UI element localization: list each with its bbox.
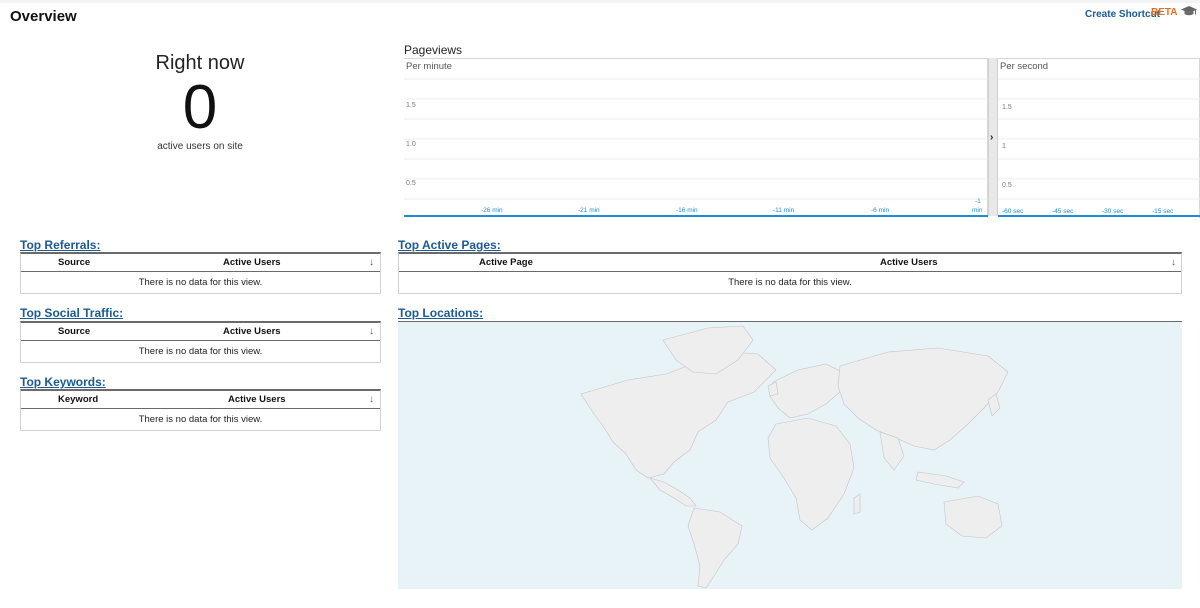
active-page-column-header[interactable]: Active Page [479, 257, 533, 268]
central-america [649, 477, 697, 507]
top-social-traffic-title[interactable]: Top Social Traffic: [20, 306, 123, 320]
active-user-count: 0 [182, 73, 218, 142]
sec-y-tick-3: 0.5 [1002, 182, 1012, 189]
empty-message: There is no data for this view. [138, 414, 263, 425]
south-america [687, 507, 743, 589]
table-header: Source Active Users ↓ [21, 323, 380, 341]
create-shortcut-link[interactable]: Create Shortcut [1085, 9, 1160, 20]
active-pages-table: Active Page Active Users ↓ There is no d… [398, 252, 1182, 294]
active-users-column-header[interactable]: Active Users [223, 326, 281, 337]
social-table: Source Active Users ↓ There is no data f… [20, 321, 381, 363]
source-column-header[interactable]: Source [58, 326, 90, 337]
sec-y-tick-1: 1.5 [1002, 104, 1012, 111]
north-america [580, 351, 777, 479]
top-keywords-title[interactable]: Top Keywords: [20, 375, 106, 389]
table-header: Active Page Active Users ↓ [399, 254, 1181, 272]
graduation-cap-icon[interactable] [1181, 5, 1197, 17]
sort-desc-icon[interactable]: ↓ [369, 257, 374, 268]
per-second-plot: 1.5 1 0.5 -60 sec -45 sec -30 sec -15 se… [998, 78, 1200, 217]
africa [767, 417, 855, 531]
min-x-tick-6b: min [972, 207, 983, 214]
europe [769, 363, 847, 419]
empty-message: There is no data for this view. [138, 277, 263, 288]
uk [767, 381, 779, 397]
keywords-table: Keyword Active Users ↓ There is no data … [20, 389, 381, 431]
empty-message: There is no data for this view. [728, 277, 852, 288]
sec-y-tick-2: 1 [1002, 143, 1006, 150]
right-now-label: Right now [155, 52, 245, 74]
min-x-tick-6: -1 [975, 198, 981, 205]
sec-x-tick-3: -30 sec [1102, 208, 1124, 215]
min-x-tick-4: -11 min [773, 207, 795, 214]
world-map[interactable] [398, 321, 1182, 589]
chevron-right-icon[interactable]: › [990, 132, 993, 143]
page-title: Overview [10, 8, 77, 25]
active-users-column-header[interactable]: Active Users [223, 257, 281, 268]
top-referrals-title[interactable]: Top Referrals: [20, 238, 100, 252]
sort-desc-icon[interactable]: ↓ [1171, 257, 1176, 268]
top-bar [0, 0, 1200, 34]
pageviews-title: Pageviews [404, 43, 463, 57]
per-second-chart: Per second 1.5 1 0.5 -60 sec -45 sec -30… [998, 58, 1200, 218]
min-x-tick-3: -16 min [676, 207, 698, 214]
keyword-column-header[interactable]: Keyword [58, 394, 98, 405]
min-y-tick-2: 1.0 [406, 141, 416, 148]
min-x-tick-2: -21 min [578, 207, 600, 214]
madagascar [853, 493, 861, 515]
top-locations-title[interactable]: Top Locations: [398, 306, 483, 320]
per-minute-plot: 1.5 1.0 0.5 -26 min -21 min -16 min -11 … [404, 78, 988, 217]
sec-x-tick-4: -15 sec [1152, 208, 1174, 215]
table-header: Source Active Users ↓ [21, 254, 380, 272]
sort-desc-icon[interactable]: ↓ [369, 326, 374, 337]
beta-badge: BETA [1151, 7, 1178, 18]
world-map-shapes [580, 325, 1009, 589]
sec-x-tick-1: -60 sec [1002, 208, 1024, 215]
sec-x-tick-2: -45 sec [1052, 208, 1074, 215]
sort-desc-icon[interactable]: ↓ [369, 394, 374, 405]
indonesia [915, 471, 965, 489]
table-header: Keyword Active Users ↓ [21, 391, 380, 409]
source-column-header[interactable]: Source [58, 257, 90, 268]
min-y-tick-3: 0.5 [406, 180, 416, 187]
active-users-column-header[interactable]: Active Users [880, 257, 938, 268]
australia [943, 495, 1003, 539]
empty-message: There is no data for this view. [138, 346, 263, 357]
right-now-panel: Right now 0 active users on site [0, 52, 400, 152]
min-x-tick-5: -6 min [871, 207, 889, 214]
referrals-table: Source Active Users ↓ There is no data f… [20, 252, 381, 294]
min-x-tick-1: -26 min [481, 207, 503, 214]
asia [837, 347, 1009, 451]
active-users-column-header[interactable]: Active Users [228, 394, 286, 405]
min-y-tick-1: 1.5 [406, 102, 416, 109]
top-active-pages-title[interactable]: Top Active Pages: [398, 238, 501, 252]
active-users-caption: active users on site [157, 141, 243, 152]
per-minute-chart: Per minute 1.5 1.0 0.5 -26 min -21 min -… [404, 58, 988, 218]
